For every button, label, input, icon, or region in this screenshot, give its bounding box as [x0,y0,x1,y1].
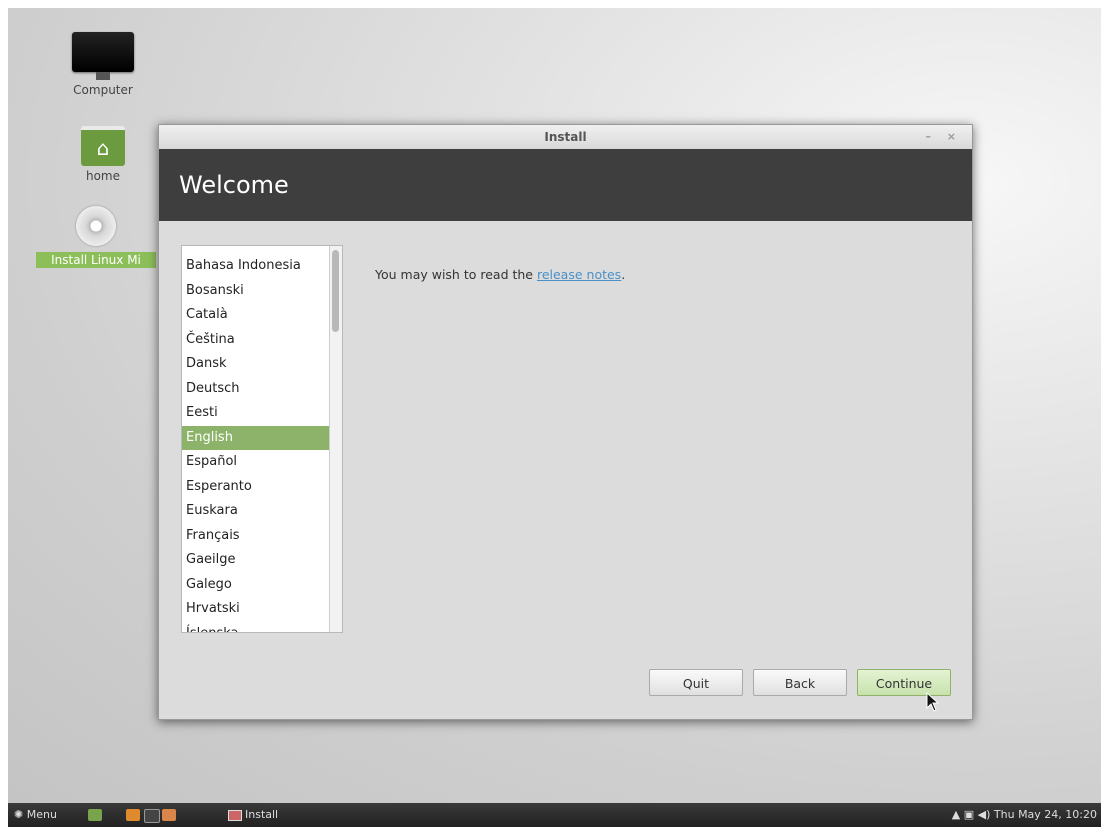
files-icon[interactable] [162,809,176,821]
release-notes-link[interactable]: release notes [537,267,621,282]
page-title: Welcome [179,171,289,199]
installer-window: Install – × Welcome Bahasa Indonesia Bos… [158,124,973,720]
home-folder-icon: ⌂ [81,126,125,166]
window-controls[interactable]: – × [925,125,962,149]
language-item[interactable]: Čeština [182,328,342,353]
window-titlebar[interactable]: Install – × [159,125,972,149]
language-list[interactable]: Bahasa Indonesia Bosanski Català Čeština… [181,245,343,633]
volume-icon[interactable]: ◀) [978,808,991,821]
desktop-icon-computer[interactable]: Computer [68,32,138,97]
show-desktop-icon[interactable] [88,809,102,821]
window-title: Install [544,130,587,144]
menu-button[interactable]: ✺ Menu [14,803,57,827]
language-item[interactable]: Català [182,303,342,328]
language-list-scrollbar[interactable] [329,246,342,632]
release-notes-text: You may wish to read the release notes. [375,267,626,282]
language-item[interactable]: Bosanski [182,279,342,304]
language-item[interactable]: Gaeilge [182,548,342,573]
back-button[interactable]: Back [753,669,847,696]
desktop-icon-label: Install Linux Mi [36,252,156,268]
disc-icon [76,206,116,246]
window-icon [228,809,242,821]
desktop-icon-install[interactable]: Install Linux Mi [36,206,156,268]
network-icon[interactable]: ▣ [964,808,974,821]
firefox-icon[interactable] [126,809,140,821]
language-item[interactable]: Deutsch [182,377,342,402]
language-item[interactable]: Euskara [182,499,342,524]
tray-arrow-icon[interactable]: ▲ [952,808,960,821]
desktop-icon-label: home [85,169,121,183]
quit-button[interactable]: Quit [649,669,743,696]
language-item-selected[interactable]: English [182,425,342,450]
terminal-icon[interactable] [144,809,160,823]
monitor-icon [72,32,134,72]
desktop-icon-label: Computer [73,83,133,97]
language-item[interactable]: Eesti [182,401,342,426]
language-item[interactable]: Dansk [182,352,342,377]
clock[interactable]: Thu May 24, 10:20 [994,808,1097,821]
taskbar: ✺ Menu Install ▲ ▣ ◀) Thu May 24, 10:20 [8,803,1101,827]
language-item[interactable]: Bahasa Indonesia [182,254,342,279]
taskbar-task-install[interactable]: Install [228,803,278,827]
language-item[interactable]: Hrvatski [182,597,342,622]
language-item[interactable]: Esperanto [182,475,342,500]
language-item[interactable]: Français [182,524,342,549]
desktop-icon-home[interactable]: ⌂ home [73,126,133,183]
mouse-cursor-icon [926,691,940,716]
mint-logo-icon: ✺ [14,808,24,821]
system-tray: ▲ ▣ ◀) Thu May 24, 10:20 [952,803,1097,827]
desktop: Computer ⌂ home Install Linux Mi Install… [8,8,1101,803]
language-item[interactable]: Español [182,450,342,475]
page-header: Welcome [159,149,972,221]
language-item[interactable]: Íslenska [182,622,342,633]
language-item[interactable]: Galego [182,573,342,598]
scrollbar-thumb[interactable] [332,250,339,332]
